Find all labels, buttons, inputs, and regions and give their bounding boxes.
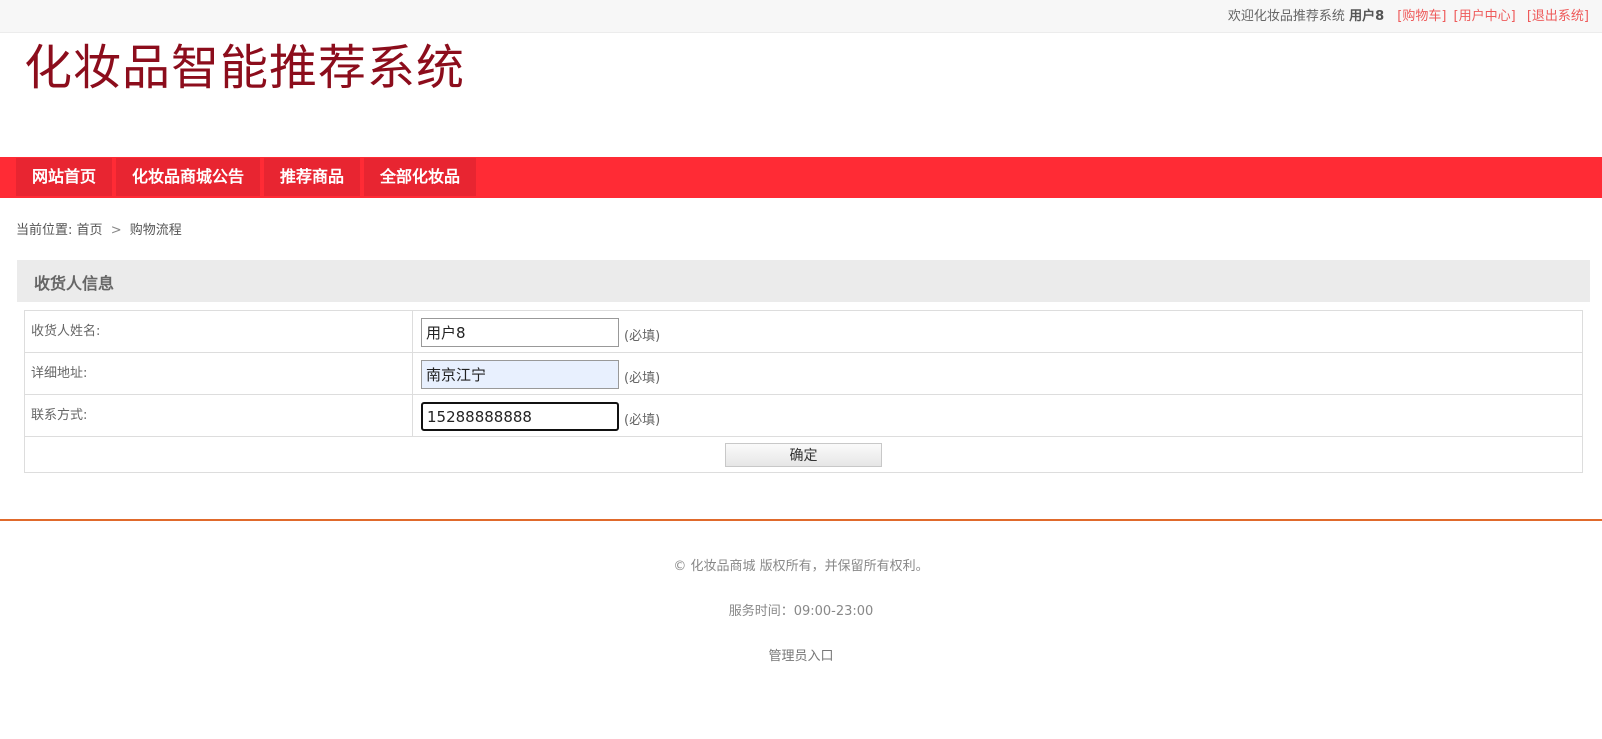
cart-link[interactable]: [购物车]	[1397, 9, 1446, 24]
name-cell: (必填)	[413, 311, 1582, 352]
top-bar-user-area: 欢迎化妆品推荐系统 用户8 [购物车] [用户中心] [退出系统]	[1228, 5, 1589, 24]
breadcrumb: 当前位置: 首页 > 购物流程	[16, 219, 182, 238]
address-required-note: (必填)	[624, 371, 661, 386]
footer-copyright: © 化妆品商城 版权所有，并保留所有权利。	[673, 559, 929, 574]
name-required-note: (必填)	[624, 329, 661, 344]
breadcrumb-prefix: 当前位置:	[16, 223, 73, 238]
confirm-button[interactable]: 确定	[725, 443, 882, 467]
nav-item-home[interactable]: 网站首页	[16, 158, 112, 196]
phone-cell: (必填)	[413, 395, 1582, 436]
section-header: 收货人信息	[17, 260, 1590, 302]
nav-item-recommended[interactable]: 推荐商品	[264, 158, 360, 196]
phone-label: 联系方式:	[25, 395, 413, 436]
address-label: 详细地址:	[25, 353, 413, 394]
form-row-address: 详细地址: (必填)	[25, 353, 1582, 395]
phone-input[interactable]	[421, 402, 619, 431]
footer-divider	[0, 519, 1602, 521]
user-center-link[interactable]: [用户中心]	[1454, 9, 1516, 24]
nav-item-announcements[interactable]: 化妆品商城公告	[116, 158, 260, 196]
footer-admin-area: 管理员入口	[0, 645, 1602, 664]
address-cell: (必填)	[413, 353, 1582, 394]
chevron-right-icon: >	[110, 223, 122, 238]
breadcrumb-home-link[interactable]: 首页	[77, 223, 103, 238]
welcome-text: 欢迎化妆品推荐系统	[1227, 9, 1345, 24]
breadcrumb-current: 购物流程	[129, 223, 182, 238]
section-title: 收货人信息	[34, 274, 115, 293]
consignee-form: 收货人姓名: (必填) 详细地址: (必填) 联系方式: (必填) 确定	[24, 310, 1583, 473]
top-bar: 欢迎化妆品推荐系统 用户8 [购物车] [用户中心] [退出系统]	[0, 0, 1602, 33]
form-row-name: 收货人姓名: (必填)	[25, 311, 1582, 353]
username: 用户8	[1349, 9, 1385, 24]
consignee-name-input[interactable]	[421, 318, 619, 347]
main-nav: 网站首页 化妆品商城公告 推荐商品 全部化妆品	[0, 157, 1602, 198]
phone-required-note: (必填)	[624, 413, 661, 428]
admin-entry-link[interactable]: 管理员入口	[768, 649, 833, 664]
form-row-phone: 联系方式: (必填)	[25, 395, 1582, 437]
form-row-submit: 确定	[25, 437, 1582, 472]
footer-service-hours: 服务时间：09:00-23:00	[728, 604, 874, 619]
name-label: 收货人姓名:	[25, 311, 413, 352]
nav-item-all-products[interactable]: 全部化妆品	[364, 158, 476, 196]
address-input[interactable]	[421, 360, 619, 389]
site-logo[interactable]: 化妆品智能推荐系统	[24, 38, 465, 98]
logout-link[interactable]: [退出系统]	[1527, 9, 1589, 24]
